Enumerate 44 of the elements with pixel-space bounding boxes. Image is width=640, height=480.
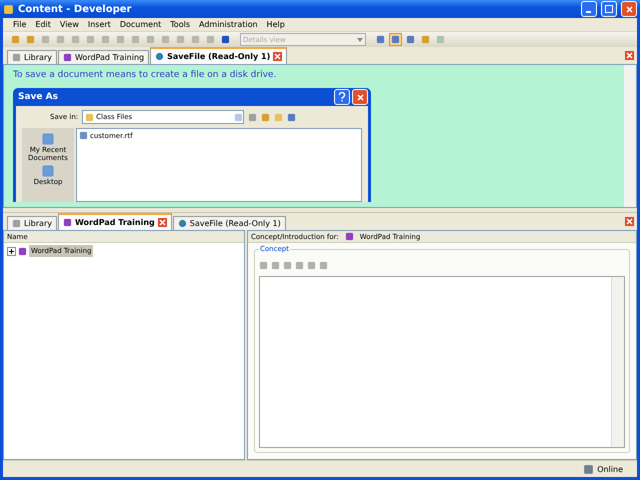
tab[interactable]: SaveFile (Read-Only 1)	[172, 216, 286, 230]
layout-button[interactable]	[374, 33, 387, 46]
menu-item[interactable]: Edit	[35, 20, 51, 29]
help-button[interactable]	[334, 89, 350, 105]
menu-item[interactable]: File	[13, 20, 26, 29]
menu-item[interactable]: Document	[120, 20, 162, 29]
tab[interactable]: Library	[7, 50, 57, 64]
text-editor[interactable]	[259, 276, 625, 448]
close-icon	[158, 219, 166, 226]
close-icon	[626, 6, 632, 12]
menu-item[interactable]: Administration	[199, 20, 258, 29]
close-icon	[274, 53, 282, 60]
tab[interactable]: WordPad Training	[58, 50, 150, 64]
close-panel-button[interactable]	[625, 217, 634, 226]
window-title: Content - Developer	[18, 4, 132, 14]
maximize-icon	[605, 5, 613, 13]
close-button[interactable]	[352, 89, 368, 105]
close-icon	[626, 52, 633, 59]
minimize-button[interactable]	[581, 1, 597, 17]
globe-icon	[178, 219, 187, 228]
close-icon	[356, 94, 364, 100]
menu-item[interactable]: Help	[266, 20, 285, 29]
close-panel-button[interactable]	[625, 51, 634, 60]
menu-item[interactable]: View	[60, 20, 79, 29]
globe-icon	[155, 52, 164, 61]
expand-icon[interactable]	[7, 246, 16, 256]
layout-button[interactable]	[404, 33, 417, 46]
menu-item[interactable]: Insert	[88, 20, 111, 29]
tab[interactable]: SaveFile (Read-Only 1)	[150, 47, 288, 64]
layout-button[interactable]	[389, 33, 402, 46]
intro-text: To save a document means to create a file on a disk drive.	[13, 70, 278, 80]
question-mark-icon	[338, 92, 346, 102]
maximize-button[interactable]	[601, 1, 617, 17]
close-button[interactable]	[621, 1, 637, 17]
tab[interactable]: WordPad Training	[58, 213, 172, 230]
close-tab-button[interactable]	[158, 218, 167, 227]
close-icon	[626, 218, 633, 225]
close-tab-button[interactable]	[273, 52, 282, 61]
status-text: Online	[597, 464, 623, 474]
tab[interactable]: Library	[7, 216, 57, 230]
dialog-title: Save As	[17, 92, 59, 102]
toolbar-button[interactable]	[219, 33, 232, 46]
menu-item[interactable]: Tools	[170, 20, 190, 29]
scrollbar[interactable]	[623, 65, 636, 207]
